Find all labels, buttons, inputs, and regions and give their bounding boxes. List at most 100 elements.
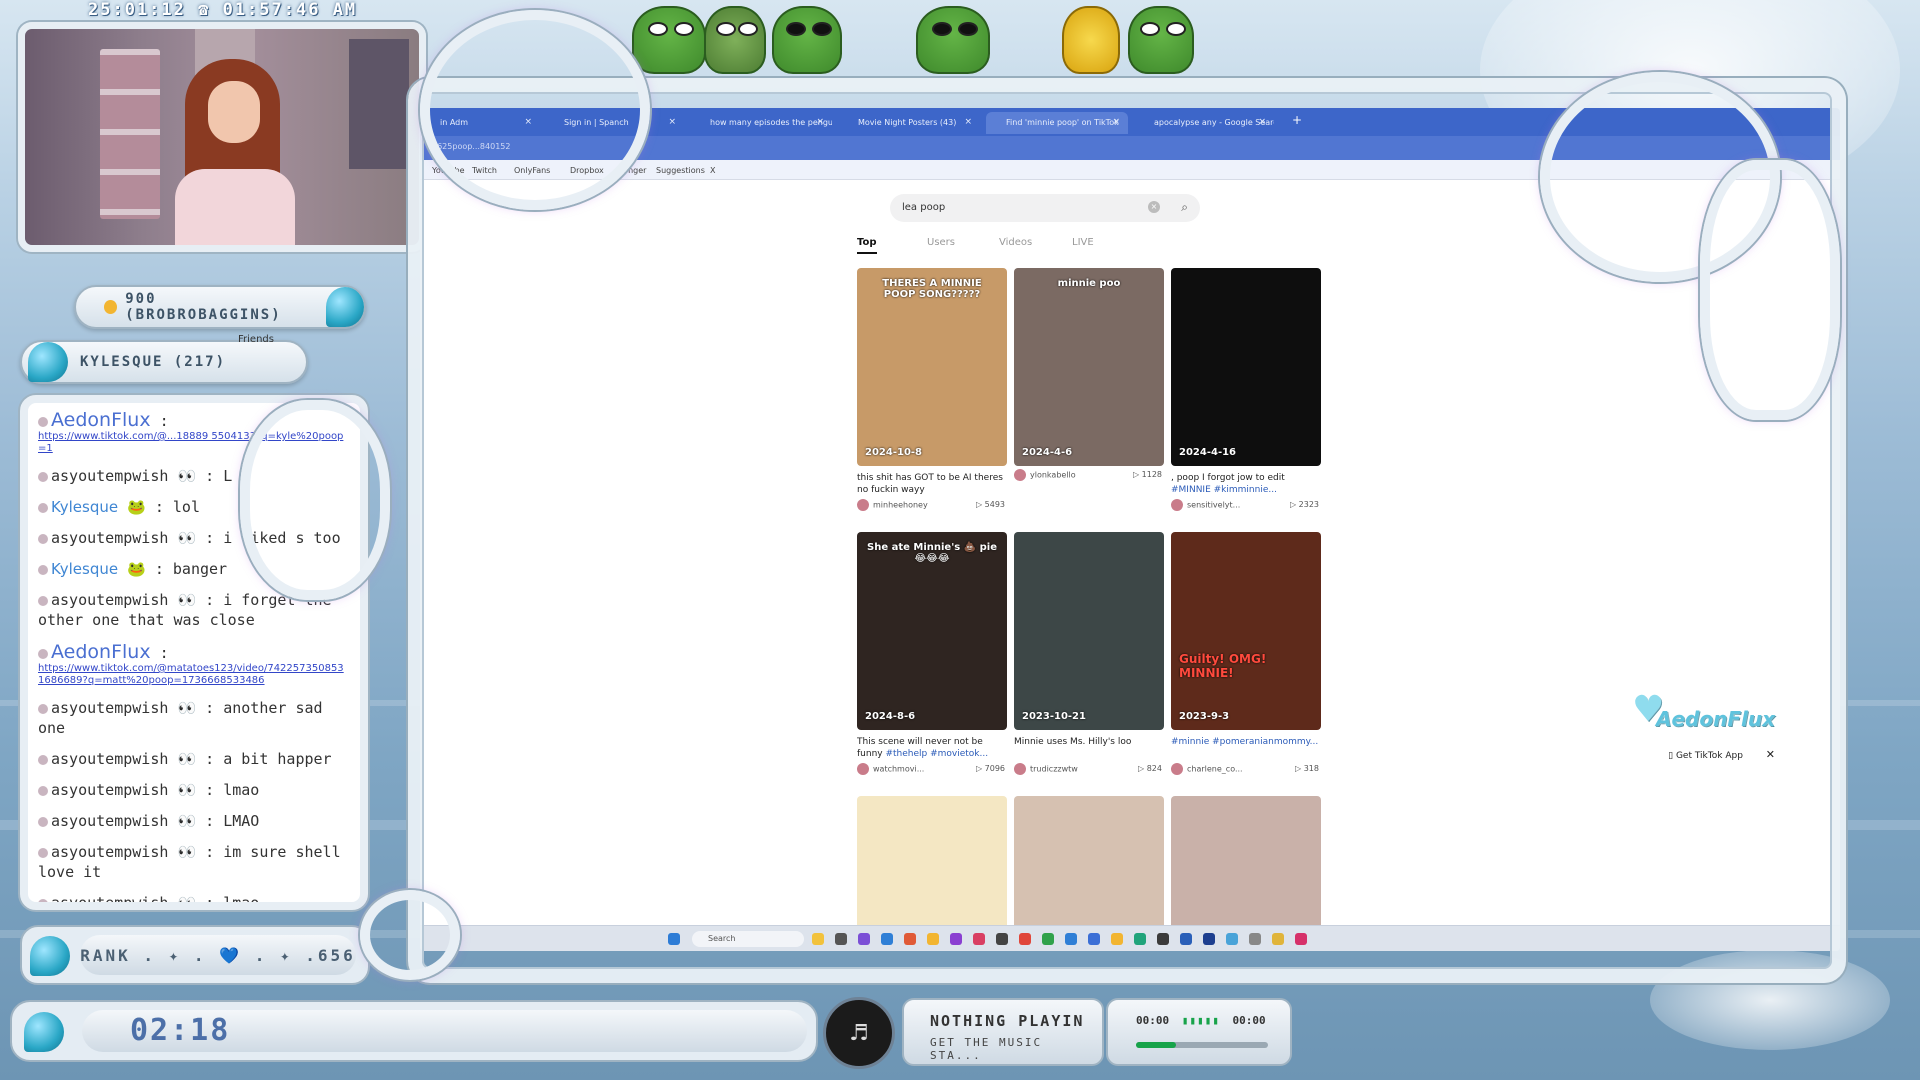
close-tab-icon[interactable]: ×	[668, 117, 676, 127]
taskbar-app-icon[interactable]	[835, 933, 847, 945]
chat-text: 🐸 : lol	[127, 498, 200, 516]
taskbar-app-icon[interactable]	[1226, 933, 1238, 945]
windows-start-icon[interactable]	[668, 933, 680, 945]
coin-icon	[104, 300, 118, 314]
browser-tab[interactable]: Find 'minnie poop' on TikTok ×	[986, 112, 1128, 134]
chat-username[interactable]: AedonFlux	[51, 409, 151, 431]
video-thumbnail[interactable]: 2023-10-21	[1014, 532, 1164, 730]
taskbar-app-icon[interactable]	[1180, 933, 1192, 945]
chat-username[interactable]: asyoutempwish	[51, 781, 168, 799]
close-tab-icon[interactable]: ×	[1112, 117, 1120, 127]
result-tab-top[interactable]: Top	[857, 237, 877, 254]
rank-label: RANK . ✦ . 💙 . ✦ .656	[80, 935, 356, 975]
video-author[interactable]: ylonkabello	[1030, 471, 1076, 480]
chat-message: asyoutempwish 👀 : LMAO	[38, 811, 350, 831]
chat-username[interactable]: AedonFlux	[51, 641, 151, 663]
chrome-blob	[420, 10, 650, 210]
bookmark-item[interactable]: X	[710, 166, 715, 175]
search-icon[interactable]: ⌕	[1181, 200, 1188, 215]
taskbar-app-icon[interactable]	[858, 933, 870, 945]
browser-tab[interactable]: how many episodes the penguin ×	[690, 112, 832, 134]
aedonflux-watermark: ♥ AedonFlux	[1632, 689, 1775, 731]
taskbar-app-icon[interactable]	[1203, 933, 1215, 945]
taskbar-app-icon[interactable]	[1065, 933, 1077, 945]
chat-username[interactable]: asyoutempwish	[51, 467, 168, 485]
video-author[interactable]: charlene_co...	[1187, 765, 1243, 774]
chat-username[interactable]: asyoutempwish	[51, 699, 168, 717]
taskbar-app-icon[interactable]	[812, 933, 824, 945]
avatar[interactable]	[1171, 763, 1183, 775]
taskbar-app-icon[interactable]	[1249, 933, 1261, 945]
close-tab-icon[interactable]: ×	[816, 117, 824, 127]
taskbar-app-icon[interactable]	[1088, 933, 1100, 945]
taskbar-app-icon[interactable]	[973, 933, 985, 945]
chat-username[interactable]: Kylesque	[51, 498, 118, 516]
video-thumbnail[interactable]: Guilty! OMG! MINNIE! 2023-9-3	[1171, 532, 1321, 730]
chat-username[interactable]: asyoutempwish	[51, 529, 168, 547]
chat-username[interactable]: Kylesque	[51, 560, 118, 578]
video-author[interactable]: sensitivelyt...	[1187, 501, 1240, 510]
bookmark-item[interactable]: Suggestions	[656, 166, 705, 175]
video-thumbnail[interactable]: THERES A MINNIE POOP SONG????? 2024-10-8	[857, 268, 1007, 466]
taskbar-app-icon[interactable]	[1134, 933, 1146, 945]
close-tab-icon[interactable]: ×	[964, 117, 972, 127]
result-tab-videos[interactable]: Videos	[999, 237, 1032, 248]
video-thumbnail[interactable]: minnie poo 2024-4-6	[1014, 268, 1164, 466]
goal-pill-top: 900 (BROBROBAGGINS)	[74, 285, 366, 329]
browser-tab[interactable]: Movie Night Posters (43) ×	[838, 112, 980, 134]
video-date: 2024-4-6	[1022, 447, 1073, 458]
hashtag[interactable]: #minnie #pomeranianmommy...	[1171, 737, 1318, 747]
taskbar-search-label: Search	[708, 934, 736, 943]
taskbar-app-icon[interactable]	[1295, 933, 1307, 945]
hashtag[interactable]: #thehelp #movietok...	[885, 749, 988, 759]
avatar[interactable]	[1014, 469, 1026, 481]
video-thumbnail[interactable]: 2024-4-16	[1171, 268, 1321, 466]
user-badge-icon	[38, 898, 48, 902]
taskbar-app-icon[interactable]	[927, 933, 939, 945]
hashtag[interactable]: #MINNIE #kimminnie...	[1171, 485, 1277, 495]
timer-value: 02:18	[130, 1013, 231, 1048]
browser-tab-label: how many episodes the penguin	[710, 118, 832, 127]
chat-link[interactable]: https://www.tiktok.com/@matatoes123/vide…	[38, 663, 350, 687]
search-query: lea poop	[902, 202, 946, 213]
user-badge-icon	[38, 595, 48, 606]
chat-username[interactable]: asyoutempwish	[51, 750, 168, 768]
chat-username[interactable]: asyoutempwish	[51, 591, 168, 609]
taskbar-app-icon[interactable]	[996, 933, 1008, 945]
browser-tab[interactable]: apocalypse any - Google Search ×	[1134, 112, 1274, 134]
frog-emote-5	[1128, 6, 1194, 74]
taskbar-app-icon[interactable]	[904, 933, 916, 945]
taskbar-app-icon[interactable]	[1019, 933, 1031, 945]
video-card[interactable]: She ate Minnie's 💩 pie 😂😂😂 2024-8-6 This s…	[857, 532, 1007, 775]
chat-username[interactable]: asyoutempwish	[51, 843, 168, 861]
avatar[interactable]	[857, 499, 869, 511]
chat-username[interactable]: asyoutempwish	[51, 812, 168, 830]
avatar[interactable]	[1014, 763, 1026, 775]
taskbar-app-icon[interactable]	[1272, 933, 1284, 945]
video-card[interactable]: minnie poo 2024-4-6 ylonkabello ▷ 1128	[1014, 268, 1164, 481]
video-card[interactable]: 2024-4-16 , poop I forgot jow to edit #M…	[1171, 268, 1321, 511]
taskbar-app-icon[interactable]	[881, 933, 893, 945]
video-card[interactable]: 2023-10-21 Minnie uses Ms. Hilly's loo tru…	[1014, 532, 1164, 775]
clear-search-icon[interactable]: ×	[1148, 201, 1160, 213]
taskbar-app-icon[interactable]	[1111, 933, 1123, 945]
new-tab-button[interactable]: +	[1292, 113, 1302, 127]
result-tab-users[interactable]: Users	[927, 237, 955, 248]
avatar[interactable]	[857, 763, 869, 775]
video-card[interactable]: THERES A MINNIE POOP SONG????? 2024-10-8 t…	[857, 268, 1007, 511]
taskbar-app-icon[interactable]	[1157, 933, 1169, 945]
taskbar-app-icon[interactable]	[950, 933, 962, 945]
taskbar-search[interactable]: Search	[692, 931, 804, 947]
video-thumbnail[interactable]: She ate Minnie's 💩 pie 😂😂😂 2024-8-6	[857, 532, 1007, 730]
taskbar-app-icon[interactable]	[1042, 933, 1054, 945]
video-author[interactable]: minheehoney	[873, 501, 928, 510]
video-card[interactable]: Guilty! OMG! MINNIE! 2023-9-3 #minnie #pom…	[1171, 532, 1321, 775]
close-tab-icon[interactable]: ×	[1258, 117, 1266, 127]
video-author[interactable]: trudiczzwtw	[1030, 765, 1078, 774]
avatar[interactable]	[1171, 499, 1183, 511]
gem-icon	[24, 1012, 64, 1052]
tiktok-search-input[interactable]: lea poop × ⌕	[890, 194, 1200, 222]
chat-username[interactable]: asyoutempwish	[51, 894, 168, 902]
result-tab-live[interactable]: LIVE	[1072, 237, 1094, 248]
video-author[interactable]: watchmovi...	[873, 765, 924, 774]
